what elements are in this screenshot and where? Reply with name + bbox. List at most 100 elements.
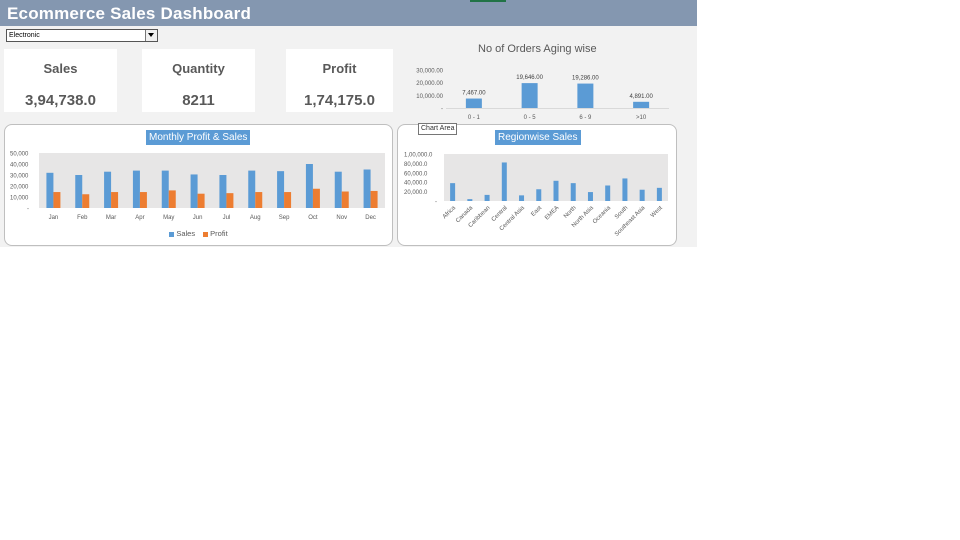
region-chart: 1,00,000.0 80,000.0 60,000.0 40,000.0 20,000… — [404, 153, 668, 238]
region-bar — [519, 195, 525, 201]
x-tick-label: 0 - 1 — [468, 115, 481, 121]
region-bar — [656, 187, 662, 201]
legend-label-sales: Sales — [176, 229, 196, 238]
sales-bar — [277, 171, 285, 208]
y-tick-label: - — [435, 200, 437, 206]
y-tick-label: 40,000 — [10, 163, 29, 169]
sales-bar — [305, 164, 313, 208]
region-chart-panel[interactable]: Regionwise Sales 1,00,000.0 80,000.0 60,00… — [397, 124, 677, 246]
region-bar — [622, 178, 628, 201]
x-tick-label: North — [563, 205, 578, 220]
profit-bar — [82, 194, 90, 208]
y-tick-label: 30,000.00 — [416, 69, 443, 75]
y-tick-label: 20,000.00 — [416, 81, 443, 87]
region-bar — [639, 189, 645, 201]
x-tick-label: Apr — [135, 215, 144, 221]
monthly-chart-legend: Sales Profit — [5, 229, 392, 238]
x-tick-label: Jun — [193, 215, 203, 221]
sales-bar — [248, 170, 256, 208]
monthly-chart: 50,000 40,000 30,000 20,000 10,000 - Jan Feb Mar… — [10, 152, 385, 221]
monthly-chart-panel[interactable]: Monthly Profit & Sales 50,000 40,000 30,00… — [4, 124, 393, 246]
y-tick-label: - — [27, 207, 29, 213]
profit-bar — [111, 192, 119, 208]
sales-kpi-card: Sales 3,94,738.0 — [4, 49, 117, 112]
region-bar — [501, 162, 507, 201]
aging-data-label: 19,646.00 — [516, 75, 543, 81]
profit-bar — [168, 190, 176, 208]
x-tick-label: Nov — [336, 215, 347, 221]
sales-bar — [75, 175, 83, 208]
x-tick-label: Southeast Asia — [614, 205, 647, 238]
region-bar — [570, 183, 576, 201]
dashboard-sheet: Ecommerce Sales Dashboard Electronic Sal… — [0, 0, 697, 247]
x-tick-label: >10 — [636, 115, 647, 121]
sales-kpi-value: 3,94,738.0 — [25, 92, 96, 109]
x-tick-label: South — [614, 205, 629, 220]
y-tick-label: 40,000.0 — [404, 181, 428, 187]
y-tick-label: 10,000 — [10, 196, 29, 202]
region-bar — [605, 185, 611, 201]
quantity-kpi-card: Quantity 8211 — [142, 49, 255, 112]
y-tick-label: 80,000.0 — [404, 162, 428, 168]
profit-kpi-value: 1,74,175.0 — [304, 92, 375, 109]
legend-item-sales: Sales — [169, 229, 195, 238]
region-bar — [450, 183, 456, 201]
profit-bar — [53, 192, 61, 208]
x-tick-label: Oct — [308, 215, 318, 221]
quantity-kpi-value: 8211 — [182, 92, 215, 109]
legend-item-profit: Profit — [203, 229, 228, 238]
profit-swatch — [203, 231, 209, 237]
profit-bar — [197, 193, 205, 208]
y-tick-label: 10,000.00 — [416, 94, 443, 100]
selection-indicator — [470, 0, 506, 2]
y-tick-label: 20,000.0 — [404, 190, 428, 196]
dashboard-title: Ecommerce Sales Dashboard — [7, 4, 252, 23]
legend-label-profit: Profit — [210, 229, 228, 238]
sales-kpi-label: Sales — [43, 61, 78, 76]
x-tick-label: East — [530, 205, 543, 218]
x-tick-label: Oceania — [592, 205, 613, 226]
x-tick-label: Feb — [77, 215, 88, 221]
quantity-kpi-label: Quantity — [172, 61, 225, 76]
chevron-down-icon[interactable] — [145, 30, 157, 41]
y-tick-label: 60,000.0 — [404, 171, 428, 177]
sales-bar — [104, 171, 112, 208]
region-bar — [587, 192, 593, 201]
region-bar — [536, 189, 542, 201]
aging-bar — [633, 101, 650, 108]
x-tick-label: Africa — [442, 205, 458, 221]
x-tick-label: Jan — [49, 215, 59, 221]
y-tick-label: 30,000 — [10, 174, 29, 180]
chart-area-tooltip: Chart Area — [418, 123, 458, 135]
profit-kpi-card: Profit 1,74,175.0 — [286, 49, 393, 112]
profit-kpi-label: Profit — [322, 61, 357, 76]
region-bar — [467, 199, 473, 201]
aging-bar — [465, 98, 482, 108]
sales-bar — [132, 170, 140, 208]
y-tick-label: 20,000 — [10, 185, 29, 191]
sales-bar — [190, 174, 198, 208]
x-tick-label: Aug — [250, 215, 261, 221]
aging-data-label: 19,286.00 — [572, 76, 599, 82]
aging-bar — [577, 83, 594, 108]
x-tick-label: May — [163, 215, 174, 221]
x-tick-label: Jul — [223, 215, 231, 221]
x-tick-label: Dec — [365, 215, 376, 221]
x-tick-label: West — [650, 205, 664, 219]
profit-bar — [312, 188, 320, 208]
aging-bar — [521, 83, 538, 108]
sales-bar — [46, 172, 54, 208]
sales-bar — [363, 169, 371, 208]
region-bar — [484, 194, 490, 201]
category-dropdown-value: Electronic — [9, 32, 40, 39]
y-tick-label: - — [441, 107, 443, 113]
aging-chart[interactable]: 30,000.00 20,000.00 10,000.00 - 7,467.00 0 - … — [405, 62, 675, 124]
sales-swatch — [169, 231, 175, 237]
category-dropdown[interactable]: Electronic — [6, 29, 158, 42]
profit-bar — [284, 192, 292, 208]
region-bar — [553, 180, 559, 201]
profit-bar — [370, 190, 378, 208]
profit-bar — [255, 192, 263, 208]
aging-chart-title: No of Orders Aging wise — [478, 43, 597, 55]
x-tick-label: EMEA — [544, 205, 560, 221]
